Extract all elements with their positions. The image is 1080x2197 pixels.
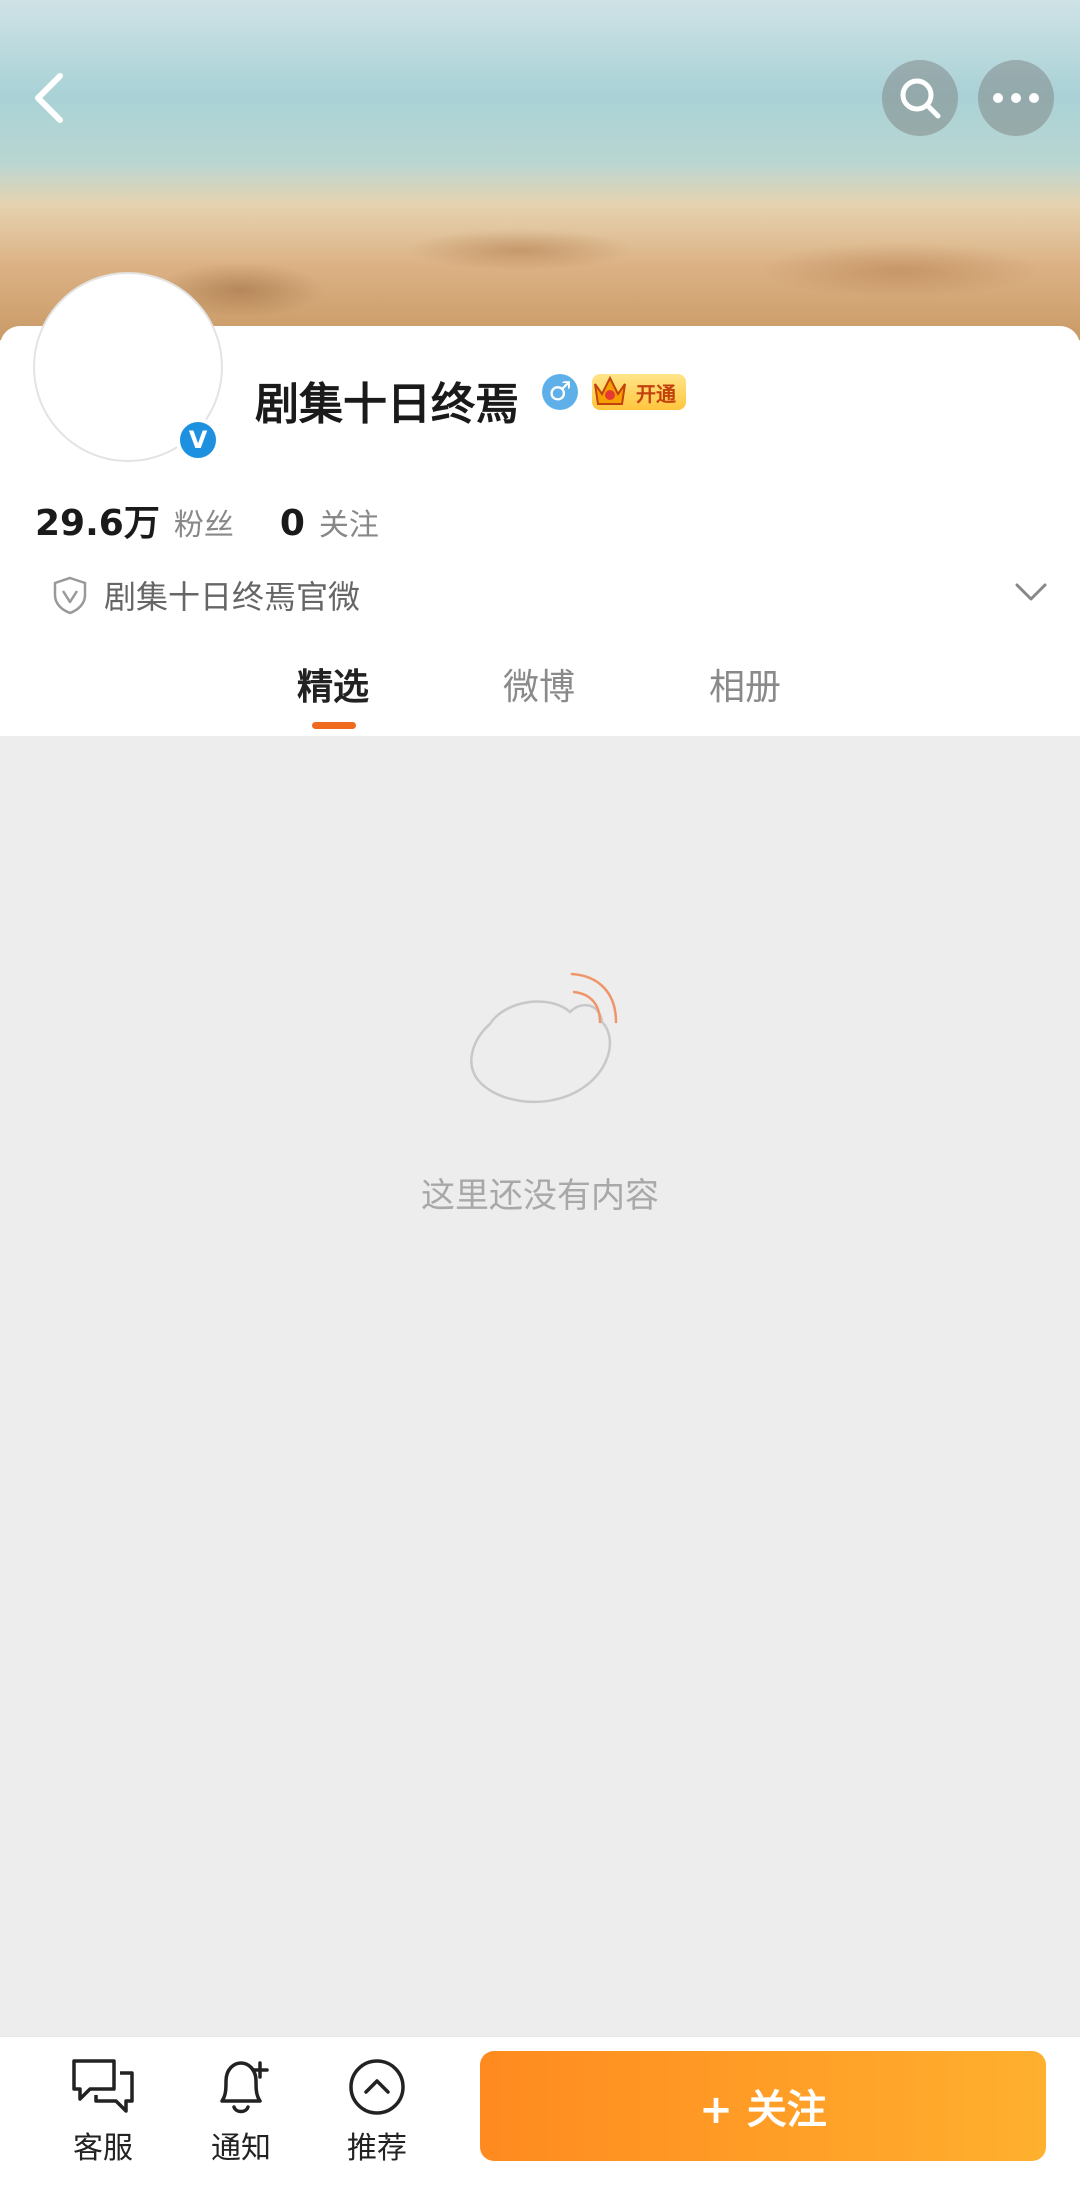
tab-album[interactable]: 相册 (709, 658, 781, 710)
active-tab-indicator (312, 722, 356, 729)
profile-description[interactable]: 剧集十日终焉官微 (52, 572, 360, 618)
recommend-button[interactable]: 推荐 (322, 2055, 432, 2167)
chevron-up-circle-icon (349, 2059, 405, 2115)
profile-tabs: 精选 微博 相册 (0, 658, 1080, 730)
shield-icon (53, 576, 87, 615)
search-button[interactable] (882, 60, 958, 136)
username: 剧集十日终焉 (255, 379, 519, 430)
followers-label[interactable]: 粉丝 (174, 500, 234, 544)
more-button[interactable] (978, 60, 1054, 136)
follow-button[interactable]: + 关注 (480, 2051, 1046, 2161)
empty-state-message: 这里还没有内容 (421, 1176, 659, 1216)
following-label[interactable]: 关注 (319, 500, 379, 544)
followers-count[interactable]: 29.6万 (35, 494, 160, 546)
vip-open-badge[interactable]: 开通 (592, 374, 686, 410)
notification-label: 通知 (211, 2131, 271, 2166)
tab-featured[interactable]: 精选 (297, 658, 369, 710)
vip-open-label: 开通 (636, 381, 676, 406)
chevron-down-icon[interactable] (1014, 580, 1048, 604)
following-count[interactable]: 0 (280, 503, 305, 544)
male-icon: ♂ (542, 374, 578, 410)
back-button[interactable] (12, 60, 88, 136)
customer-service-button[interactable]: 客服 (48, 2055, 158, 2167)
recommend-label: 推荐 (347, 2131, 407, 2166)
customer-service-label: 客服 (73, 2131, 133, 2166)
verified-badge: V (176, 418, 220, 462)
back-icon (35, 73, 63, 123)
more-icon (993, 93, 1039, 103)
bottom-action-bar: 客服 通知 推荐 + 关注 (0, 2036, 1080, 2197)
crown-icon (594, 375, 626, 405)
notification-button[interactable]: 通知 (186, 2055, 296, 2167)
search-icon (900, 78, 941, 119)
description-text: 剧集十日终焉官微 (104, 578, 361, 616)
tab-weibo[interactable]: 微博 (503, 658, 575, 710)
chat-bubbles-icon (72, 2059, 134, 2113)
profile-stats: 29.6万 粉丝 0 关注 (35, 494, 379, 546)
empty-state-weibo-icon (470, 972, 618, 1104)
bell-plus-icon (220, 2061, 269, 2114)
